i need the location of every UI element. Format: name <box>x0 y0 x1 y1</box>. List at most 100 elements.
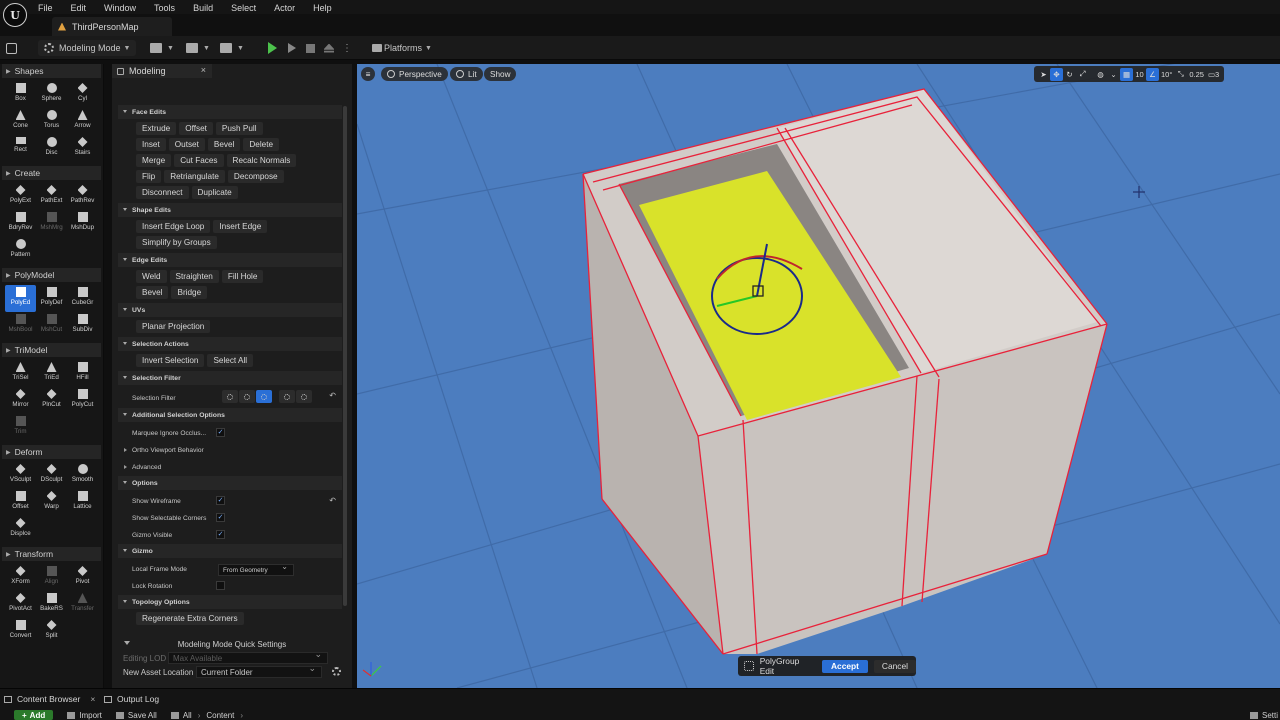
level-viewport[interactable]: ≡ Perspective Lit Show ➤ ✥ ↻ ⤢ ◍ ⌄ ▦ 10 … <box>357 64 1280 688</box>
tool-align[interactable]: Align <box>36 564 67 591</box>
scale-snap-value[interactable]: 0.25 <box>1187 68 1206 81</box>
tool-polycut[interactable]: PolyCut <box>67 387 98 414</box>
insert-edge-button[interactable]: Insert Edge <box>213 220 268 233</box>
tool-cone[interactable]: Cone <box>5 108 36 135</box>
flip-button[interactable]: Flip <box>136 170 162 183</box>
details-scrollbar[interactable] <box>343 106 347 606</box>
delete-button[interactable]: Delete <box>243 138 280 151</box>
play-button[interactable] <box>268 40 277 56</box>
platforms-button[interactable]: Platforms ▼ <box>372 40 432 56</box>
bevel-faces-button[interactable]: Bevel <box>207 138 241 151</box>
section-gizmo[interactable]: Gizmo <box>118 544 342 558</box>
step-button[interactable] <box>288 40 296 56</box>
tool-vsculpt[interactable]: VSculpt <box>5 462 36 489</box>
section-face-edits[interactable]: Face Edits <box>118 105 342 119</box>
palette-section-polymodel[interactable]: ▶ PolyModel <box>2 268 101 282</box>
blueprint-button[interactable]: ▼ <box>186 40 210 56</box>
simplify-by-groups-button[interactable]: Simplify by Groups <box>136 236 217 249</box>
planar-projection-button[interactable]: Planar Projection <box>136 320 211 333</box>
scale-snap-toggle[interactable]: ⤡ <box>1174 68 1187 81</box>
tool-warp[interactable]: Warp <box>36 489 67 516</box>
tool-sphere[interactable]: Sphere <box>36 81 67 108</box>
tool-torus[interactable]: Torus <box>36 108 67 135</box>
merge-button[interactable]: Merge <box>136 154 172 167</box>
palette-section-shapes[interactable]: ▶ Shapes <box>2 64 101 78</box>
output-log-tab[interactable]: Output Log <box>104 692 159 706</box>
tool-stairs[interactable]: Stairs <box>67 135 98 162</box>
show-wireframe-checkbox[interactable]: ✓ <box>216 496 225 505</box>
editing-lod-dropdown[interactable]: Max Available <box>168 649 328 664</box>
cinematics-button[interactable]: ▼ <box>220 40 244 56</box>
scale-mode-button[interactable]: ⤢ <box>1076 68 1089 81</box>
local-frame-mode-dropdown[interactable]: From Geometry <box>218 562 294 576</box>
tool-xform[interactable]: XForm <box>5 564 36 591</box>
tool-mshdup[interactable]: MshDup <box>67 210 98 237</box>
show-button[interactable]: Show <box>484 67 517 81</box>
grid-snap-toggle[interactable]: ▦ <box>1120 67 1133 81</box>
straighten-button[interactable]: Straighten <box>169 270 219 283</box>
tool-transfer[interactable]: Transfer <box>67 591 98 618</box>
tool-trisel[interactable]: TriSel <box>5 360 36 387</box>
tool-dsculpt[interactable]: DSculpt <box>36 462 67 489</box>
tool-plncut[interactable]: PlnCut <box>36 387 67 414</box>
import-button[interactable]: Import <box>67 711 102 720</box>
accept-button[interactable]: Accept <box>821 659 868 673</box>
outset-button[interactable]: Outset <box>168 138 205 151</box>
decompose-button[interactable]: Decompose <box>227 170 284 183</box>
tool-bdryrev[interactable]: BdryRev <box>5 210 36 237</box>
tool-polyed[interactable]: PolyEd <box>5 285 36 312</box>
tool-smooth[interactable]: Smooth <box>67 462 98 489</box>
menu-edit[interactable]: Edit <box>71 1 96 14</box>
settings-button[interactable]: Setti <box>1249 711 1278 720</box>
menu-window[interactable]: Window <box>104 1 145 14</box>
filter-faces-button[interactable] <box>256 390 272 403</box>
perspective-button[interactable]: Perspective <box>381 67 448 81</box>
section-uvs[interactable]: UVs <box>118 303 342 317</box>
breadcrumb-content[interactable]: Content <box>206 711 234 720</box>
offset-button[interactable]: Offset <box>179 122 213 135</box>
tool-arrow[interactable]: Arrow <box>67 108 98 135</box>
palette-section-deform[interactable]: ▶ Deform <box>2 445 101 459</box>
recalc-normals-button[interactable]: Recalc Normals <box>226 154 297 167</box>
select-all-button[interactable]: Select All <box>207 354 254 367</box>
grid-snap-value[interactable]: 10 <box>1133 68 1146 81</box>
cancel-button[interactable]: Cancel <box>873 659 916 673</box>
duplicate-button[interactable]: Duplicate <box>191 186 238 199</box>
tool-tried[interactable]: TriEd <box>36 360 67 387</box>
tool-split[interactable]: Split <box>36 618 67 645</box>
palette-section-create[interactable]: ▶ Create <box>2 166 101 180</box>
rotate-mode-button[interactable]: ↻ <box>1063 68 1076 81</box>
eject-button[interactable] <box>324 40 334 56</box>
invert-selection-button[interactable]: Invert Selection <box>136 354 205 367</box>
quick-settings-header[interactable]: Modeling Mode Quick Settings <box>116 638 348 651</box>
section-selection-filter[interactable]: Selection Filter <box>118 371 342 385</box>
tool-convert[interactable]: Convert <box>5 618 36 645</box>
modeling-panel-tab[interactable]: Modeling × <box>112 64 212 78</box>
menu-build[interactable]: Build <box>193 1 222 14</box>
tool-pathext[interactable]: PathExt <box>36 183 67 210</box>
reset-icon[interactable]: ↶ <box>329 496 336 505</box>
extrude-button[interactable]: Extrude <box>136 122 177 135</box>
tool-cubegr[interactable]: CubeGr <box>67 285 98 312</box>
section-options[interactable]: Options <box>118 476 342 490</box>
tool-lattice[interactable]: Lattice <box>67 489 98 516</box>
lit-button[interactable]: Lit <box>450 67 483 81</box>
gizmo-visible-checkbox[interactable]: ✓ <box>216 530 225 539</box>
tool-mshbool[interactable]: MshBool <box>5 312 36 339</box>
menu-file[interactable]: File <box>38 1 62 14</box>
filter-group-b-button[interactable] <box>296 390 312 403</box>
tool-pivot[interactable]: Pivot <box>67 564 98 591</box>
tool-polyext[interactable]: PolyExt <box>5 183 36 210</box>
section-edge-edits[interactable]: Edge Edits <box>118 253 342 267</box>
rotation-snap-value[interactable]: 10° <box>1159 68 1174 81</box>
tool-pathrev[interactable]: PathRev <box>67 183 98 210</box>
content-browser-tab[interactable]: Content Browser × <box>4 692 95 706</box>
gear-icon[interactable] <box>332 667 341 676</box>
save-all-button[interactable]: Save All <box>115 711 157 720</box>
camera-speed-button[interactable]: ▭ 3 <box>1206 68 1221 81</box>
regenerate-extra-corners-button[interactable]: Regenerate Extra Corners <box>136 612 244 625</box>
insert-edge-loop-button[interactable]: Insert Edge Loop <box>136 220 211 233</box>
fill-hole-button[interactable]: Fill Hole <box>221 270 264 283</box>
bevel-edges-button[interactable]: Bevel <box>136 286 169 299</box>
inset-button[interactable]: Inset <box>136 138 166 151</box>
